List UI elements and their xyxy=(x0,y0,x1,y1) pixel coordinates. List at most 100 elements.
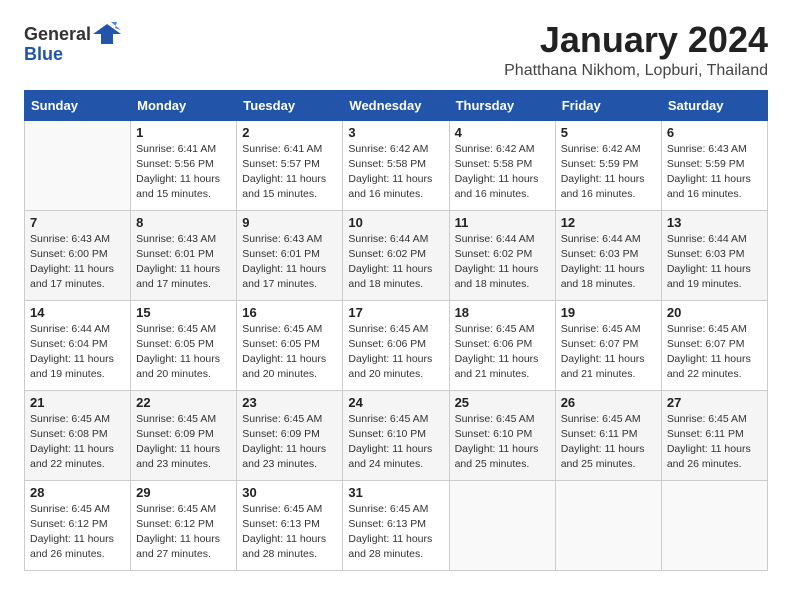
calendar-cell: 27 Sunrise: 6:45 AMSunset: 6:11 PMDayligh… xyxy=(661,390,767,480)
day-number: 19 xyxy=(561,305,656,320)
day-number: 15 xyxy=(136,305,231,320)
weekday-header-monday: Monday xyxy=(131,90,237,120)
calendar-cell: 15 Sunrise: 6:45 AMSunset: 6:05 PMDayligh… xyxy=(131,300,237,390)
day-number: 12 xyxy=(561,215,656,230)
page-header: General Blue January 2024 Phatthana Nikh… xyxy=(24,20,768,80)
day-detail: Sunrise: 6:43 AMSunset: 6:00 PMDaylight:… xyxy=(30,232,125,293)
calendar-cell: 28 Sunrise: 6:45 AMSunset: 6:12 PMDayligh… xyxy=(25,480,131,570)
calendar-cell: 4 Sunrise: 6:42 AMSunset: 5:58 PMDaylight… xyxy=(449,120,555,210)
calendar-cell: 8 Sunrise: 6:43 AMSunset: 6:01 PMDaylight… xyxy=(131,210,237,300)
day-number: 22 xyxy=(136,395,231,410)
day-detail: Sunrise: 6:42 AMSunset: 5:58 PMDaylight:… xyxy=(348,142,443,203)
day-number: 6 xyxy=(667,125,762,140)
day-number: 20 xyxy=(667,305,762,320)
day-number: 26 xyxy=(561,395,656,410)
day-detail: Sunrise: 6:45 AMSunset: 6:08 PMDaylight:… xyxy=(30,412,125,473)
day-detail: Sunrise: 6:45 AMSunset: 6:07 PMDaylight:… xyxy=(667,322,762,383)
day-detail: Sunrise: 6:45 AMSunset: 6:05 PMDaylight:… xyxy=(242,322,337,383)
calendar-table: SundayMondayTuesdayWednesdayThursdayFrid… xyxy=(24,90,768,571)
day-detail: Sunrise: 6:45 AMSunset: 6:09 PMDaylight:… xyxy=(136,412,231,473)
day-number: 21 xyxy=(30,395,125,410)
day-detail: Sunrise: 6:44 AMSunset: 6:02 PMDaylight:… xyxy=(348,232,443,293)
day-number: 14 xyxy=(30,305,125,320)
day-number: 5 xyxy=(561,125,656,140)
weekday-header-tuesday: Tuesday xyxy=(237,90,343,120)
calendar-cell: 16Sunrise: 6:45 AMSunset: 6:05 PMDayligh… xyxy=(237,300,343,390)
calendar-cell: 3Sunrise: 6:42 AMSunset: 5:58 PMDaylight… xyxy=(343,120,449,210)
day-detail: Sunrise: 6:42 AMSunset: 5:58 PMDaylight:… xyxy=(455,142,550,203)
day-number: 9 xyxy=(242,215,337,230)
calendar-cell: 22 Sunrise: 6:45 AMSunset: 6:09 PMDayligh… xyxy=(131,390,237,480)
day-number: 7 xyxy=(30,215,125,230)
day-number: 31 xyxy=(348,485,443,500)
weekday-header-row: SundayMondayTuesdayWednesdayThursdayFrid… xyxy=(25,90,768,120)
day-number: 24 xyxy=(348,395,443,410)
calendar-cell xyxy=(661,480,767,570)
weekday-header-thursday: Thursday xyxy=(449,90,555,120)
calendar-cell: 30 Sunrise: 6:45 AMSunset: 6:13 PMDayligh… xyxy=(237,480,343,570)
calendar-week-row: 21 Sunrise: 6:45 AMSunset: 6:08 PMDayligh… xyxy=(25,390,768,480)
day-detail: Sunrise: 6:45 AMSunset: 6:13 PMDaylight:… xyxy=(348,502,443,563)
calendar-cell: 6 Sunrise: 6:43 AMSunset: 5:59 PMDaylight… xyxy=(661,120,767,210)
calendar-week-row: 7 Sunrise: 6:43 AMSunset: 6:00 PMDaylight… xyxy=(25,210,768,300)
weekday-header-saturday: Saturday xyxy=(661,90,767,120)
day-number: 13 xyxy=(667,215,762,230)
day-detail: Sunrise: 6:45 AMSunset: 6:12 PMDaylight:… xyxy=(136,502,231,563)
day-detail: Sunrise: 6:45 AMSunset: 6:12 PMDaylight:… xyxy=(30,502,125,563)
day-detail: Sunrise: 6:45 AMSunset: 6:09 PMDaylight:… xyxy=(242,412,337,473)
day-detail: Sunrise: 6:45 AMSunset: 6:13 PMDaylight:… xyxy=(242,502,337,563)
day-number: 18 xyxy=(455,305,550,320)
calendar-cell: 5 Sunrise: 6:42 AMSunset: 5:59 PMDaylight… xyxy=(555,120,661,210)
logo-text-blue: Blue xyxy=(24,44,63,65)
day-number: 1 xyxy=(136,125,231,140)
calendar-cell xyxy=(449,480,555,570)
calendar-cell: 1 Sunrise: 6:41 AMSunset: 5:56 PMDaylight… xyxy=(131,120,237,210)
day-number: 30 xyxy=(242,485,337,500)
day-detail: Sunrise: 6:44 AMSunset: 6:02 PMDaylight:… xyxy=(455,232,550,293)
day-detail: Sunrise: 6:45 AMSunset: 6:07 PMDaylight:… xyxy=(561,322,656,383)
calendar-cell: 14Sunrise: 6:44 AMSunset: 6:04 PMDayligh… xyxy=(25,300,131,390)
day-detail: Sunrise: 6:43 AMSunset: 5:59 PMDaylight:… xyxy=(667,142,762,203)
calendar-cell: 9 Sunrise: 6:43 AMSunset: 6:01 PMDaylight… xyxy=(237,210,343,300)
month-title: January 2024 xyxy=(504,20,768,60)
day-detail: Sunrise: 6:44 AMSunset: 6:03 PMDaylight:… xyxy=(667,232,762,293)
calendar-cell: 29 Sunrise: 6:45 AMSunset: 6:12 PMDayligh… xyxy=(131,480,237,570)
calendar-cell: 21 Sunrise: 6:45 AMSunset: 6:08 PMDayligh… xyxy=(25,390,131,480)
day-detail: Sunrise: 6:45 AMSunset: 6:05 PMDaylight:… xyxy=(136,322,231,383)
weekday-header-wednesday: Wednesday xyxy=(343,90,449,120)
day-number: 10 xyxy=(348,215,443,230)
calendar-cell: 19 Sunrise: 6:45 AMSunset: 6:07 PMDayligh… xyxy=(555,300,661,390)
calendar-cell: 31 Sunrise: 6:45 AMSunset: 6:13 PMDayligh… xyxy=(343,480,449,570)
logo-bird-icon xyxy=(93,20,121,48)
weekday-header-sunday: Sunday xyxy=(25,90,131,120)
day-detail: Sunrise: 6:45 AMSunset: 6:11 PMDaylight:… xyxy=(667,412,762,473)
day-number: 4 xyxy=(455,125,550,140)
calendar-cell: 2 Sunrise: 6:41 AMSunset: 5:57 PMDaylight… xyxy=(237,120,343,210)
logo-text-general: General xyxy=(24,24,91,45)
title-area: January 2024 Phatthana Nikhom, Lopburi, … xyxy=(504,20,768,80)
day-number: 25 xyxy=(455,395,550,410)
day-number: 8 xyxy=(136,215,231,230)
day-number: 2 xyxy=(242,125,337,140)
day-detail: Sunrise: 6:41 AMSunset: 5:57 PMDaylight:… xyxy=(242,142,337,203)
calendar-cell: 24Sunrise: 6:45 AMSunset: 6:10 PMDayligh… xyxy=(343,390,449,480)
day-detail: Sunrise: 6:42 AMSunset: 5:59 PMDaylight:… xyxy=(561,142,656,203)
calendar-cell: 12Sunrise: 6:44 AMSunset: 6:03 PMDayligh… xyxy=(555,210,661,300)
calendar-cell: 20 Sunrise: 6:45 AMSunset: 6:07 PMDayligh… xyxy=(661,300,767,390)
calendar-cell: 18 Sunrise: 6:45 AMSunset: 6:06 PMDayligh… xyxy=(449,300,555,390)
day-detail: Sunrise: 6:43 AMSunset: 6:01 PMDaylight:… xyxy=(242,232,337,293)
calendar-cell: 17Sunrise: 6:45 AMSunset: 6:06 PMDayligh… xyxy=(343,300,449,390)
logo: General Blue xyxy=(24,20,121,65)
calendar-cell: 26Sunrise: 6:45 AMSunset: 6:11 PMDayligh… xyxy=(555,390,661,480)
location-subtitle: Phatthana Nikhom, Lopburi, Thailand xyxy=(504,62,768,80)
calendar-cell: 23 Sunrise: 6:45 AMSunset: 6:09 PMDayligh… xyxy=(237,390,343,480)
day-number: 11 xyxy=(455,215,550,230)
day-detail: Sunrise: 6:43 AMSunset: 6:01 PMDaylight:… xyxy=(136,232,231,293)
day-number: 27 xyxy=(667,395,762,410)
day-number: 29 xyxy=(136,485,231,500)
day-number: 28 xyxy=(30,485,125,500)
calendar-cell: 7 Sunrise: 6:43 AMSunset: 6:00 PMDaylight… xyxy=(25,210,131,300)
day-detail: Sunrise: 6:45 AMSunset: 6:06 PMDaylight:… xyxy=(455,322,550,383)
day-number: 23 xyxy=(242,395,337,410)
day-detail: Sunrise: 6:41 AMSunset: 5:56 PMDaylight:… xyxy=(136,142,231,203)
